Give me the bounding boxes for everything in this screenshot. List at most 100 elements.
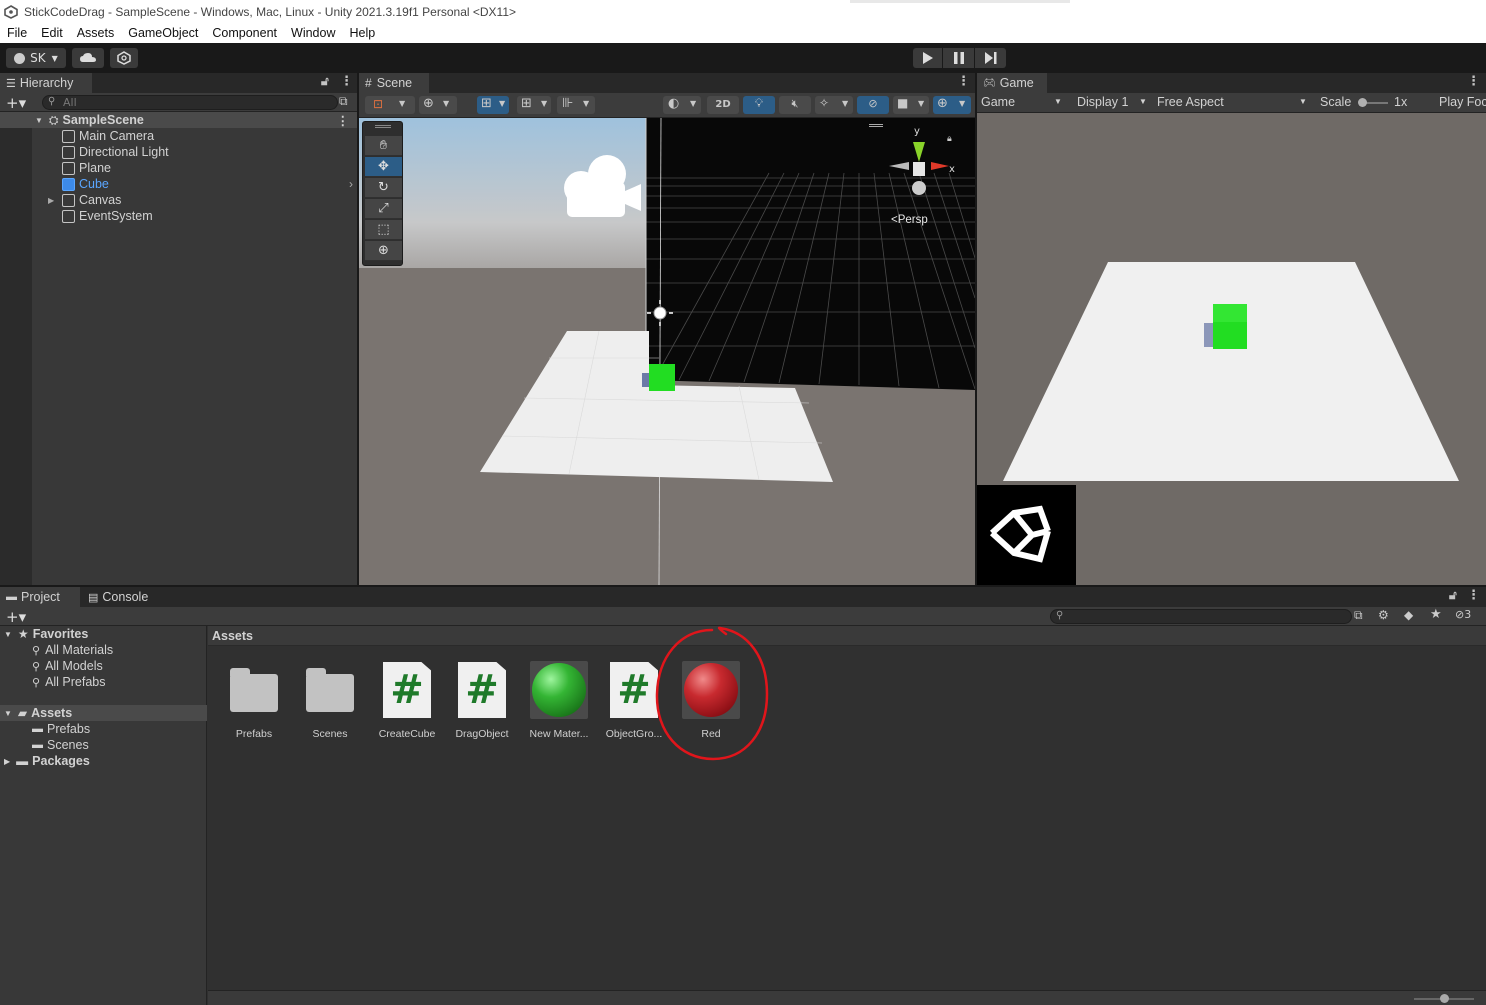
scale-slider[interactable]	[1358, 98, 1388, 107]
lighting-toggle[interactable]: 💡︎	[743, 96, 775, 114]
scale-icon: ⤢	[378, 201, 389, 216]
hierarchy-item[interactable]: Plane	[0, 160, 357, 176]
aspect-select[interactable]: Free Aspect ▼	[1153, 93, 1311, 112]
packages-folder-row[interactable]: ▶ ▬ Packages	[0, 753, 207, 769]
camera-settings-dropdown[interactable]: ■ ▼	[893, 96, 929, 114]
expand-arrow-icon[interactable]: ▼	[35, 116, 43, 125]
menu-assets[interactable]: Assets	[70, 26, 122, 40]
gizmos-dropdown[interactable]: ⊕ ▼	[933, 96, 971, 114]
folder-item[interactable]: ▬ Scenes	[0, 737, 207, 753]
lock-icon[interactable]: 🔓︎	[321, 74, 329, 89]
scene-tool-handle-dropdown[interactable]: ⊡ ▼	[365, 96, 415, 114]
favorites-row[interactable]: ▼ ★ Favorites	[0, 626, 207, 642]
hidden-objects-toggle[interactable]: ⊘	[857, 96, 889, 114]
packages-folder-label: Packages	[32, 754, 90, 768]
tab-project[interactable]: ▬ Project	[0, 587, 80, 607]
hierarchy-menu-icon[interactable]: ⋮	[340, 74, 353, 89]
hierarchy-scene-row[interactable]: ▼ ⛭ SampleScene ⋮	[0, 112, 357, 128]
game-viewport[interactable]	[977, 113, 1486, 585]
rect-tool-button[interactable]: ⬚	[365, 220, 402, 240]
thumbnail-size-thumb[interactable]	[1440, 994, 1449, 1003]
scale-tool-button[interactable]: ⤢	[365, 199, 402, 219]
effects-dropdown[interactable]: ✧ ▼	[815, 96, 853, 114]
tab-scene[interactable]: # Scene	[359, 73, 429, 93]
project-search-field[interactable]: ⚲	[1050, 609, 1352, 624]
expand-arrow-icon[interactable]: ▶	[4, 757, 10, 766]
menu-edit[interactable]: Edit	[34, 26, 70, 40]
hierarchy-item[interactable]: Directional Light	[0, 144, 357, 160]
lock-icon[interactable]: 🔓︎	[1449, 588, 1457, 603]
filter-by-type-icon[interactable]: ⚙	[1378, 608, 1389, 622]
global-local-dropdown[interactable]: ⊕ ▼	[419, 96, 457, 114]
orientation-gizmo[interactable]: y x 🔒︎ <Persp	[867, 120, 971, 230]
hierarchy-search-field[interactable]: ⚲ All	[42, 95, 338, 110]
chevron-right-icon[interactable]: ›	[349, 177, 353, 191]
menu-file[interactable]: File	[0, 26, 34, 40]
favorite-item[interactable]: ⚲ All Models	[0, 658, 207, 674]
mode-2d-toggle[interactable]: 2D	[707, 96, 739, 114]
play-button[interactable]	[913, 48, 942, 68]
grid-snap-toggle[interactable]: ⊞ ▼	[477, 96, 509, 114]
draw-mode-dropdown[interactable]: ◐ ▼	[663, 96, 701, 114]
favorite-item[interactable]: ⚲ All Materials	[0, 642, 207, 658]
transform-tool-button[interactable]: ⊕	[365, 241, 402, 261]
move-tool-button[interactable]: ✥	[365, 157, 402, 177]
menu-gameobject[interactable]: GameObject	[121, 26, 205, 40]
tab-console[interactable]: ▤ Console	[82, 587, 166, 607]
folder-item[interactable]: ▬ Prefabs	[0, 721, 207, 737]
hierarchy-item-selected[interactable]: Cube ›	[0, 176, 357, 192]
expand-arrow-icon[interactable]: ▼	[4, 630, 12, 639]
tab-game[interactable]: 🎮︎ Game	[977, 73, 1047, 93]
display-select[interactable]: Display 1 ▼	[1071, 93, 1151, 112]
favorite-star-icon[interactable]: ★	[1430, 607, 1442, 622]
gizmo-drag-handle[interactable]	[869, 124, 883, 127]
hierarchy-item[interactable]: ▶ Canvas	[0, 192, 357, 208]
game-menu-icon[interactable]: ⋮	[1467, 74, 1480, 89]
play-focused-dropdown[interactable]: Play Foc	[1439, 95, 1486, 109]
audio-toggle[interactable]: 🔇︎	[779, 96, 811, 114]
hierarchy-item[interactable]: Main Camera	[0, 128, 357, 144]
filter-by-label-icon[interactable]: ◆	[1404, 608, 1413, 622]
menu-component[interactable]: Component	[205, 26, 284, 40]
rotate-tool-button[interactable]: ↻	[365, 178, 402, 198]
asset-item[interactable]: New Mater...	[527, 661, 591, 740]
pause-button[interactable]	[943, 48, 974, 68]
project-menu-icon[interactable]: ⋮	[1467, 588, 1480, 603]
palette-drag-handle[interactable]	[375, 125, 391, 128]
collab-button[interactable]	[110, 48, 138, 68]
expand-arrow-icon[interactable]: ▼	[4, 709, 12, 718]
hierarchy-item[interactable]: EventSystem	[0, 208, 357, 224]
search-options-icon[interactable]: ⧉	[1354, 608, 1363, 623]
increment-snap-dropdown[interactable]: ⊪ ▼	[557, 96, 595, 114]
thumbnail-size-slider[interactable]	[1414, 994, 1474, 1003]
step-button[interactable]	[975, 48, 1006, 68]
search-options-icon[interactable]: ⧉	[339, 94, 348, 109]
scene-menu-icon[interactable]: ⋮	[337, 113, 350, 128]
tab-hierarchy[interactable]: ☰ Hierarchy	[0, 73, 92, 93]
asset-item[interactable]: # CreateCube	[375, 661, 439, 740]
scale-slider-thumb[interactable]	[1358, 98, 1367, 107]
asset-item[interactable]: Prefabs	[222, 661, 286, 740]
favorite-item[interactable]: ⚲ All Prefabs	[0, 674, 207, 690]
scene-menu-icon[interactable]: ⋮	[957, 74, 970, 89]
breadcrumb-assets[interactable]: Assets	[212, 629, 253, 643]
expand-arrow-icon[interactable]: ▶	[48, 196, 62, 205]
add-icon[interactable]: +▾	[6, 94, 26, 112]
menu-help[interactable]: Help	[342, 26, 382, 40]
hierarchy-panel: +▾ ⚲ All ⧉ ▼ ⛭ SampleScene ⋮ Main Camera…	[0, 93, 357, 585]
menu-bar: File Edit Assets GameObject Component Wi…	[0, 23, 1486, 43]
scene-viewport[interactable]: ✋︎ ✥ ↻ ⤢ ⬚ ⊕ y x 🔒︎ <Persp	[359, 118, 975, 585]
menu-window[interactable]: Window	[284, 26, 342, 40]
game-view-select[interactable]: Game ▼	[977, 93, 1067, 112]
assets-folder-row[interactable]: ▼ ▰ Assets	[0, 705, 207, 721]
account-dropdown[interactable]: SK ▼	[6, 48, 66, 68]
title-bar-decoration	[850, 0, 1070, 3]
grid-visibility-dropdown[interactable]: ⊞ ▼	[517, 96, 551, 114]
cloud-button[interactable]	[72, 48, 104, 68]
asset-item[interactable]: # DragObject	[450, 661, 514, 740]
asset-item[interactable]: Scenes	[298, 661, 362, 740]
hand-tool-button[interactable]: ✋︎	[365, 136, 402, 156]
persp-label[interactable]: <Persp	[891, 214, 928, 226]
add-icon[interactable]: +▾	[6, 608, 26, 626]
hidden-packages-toggle[interactable]: ⊘3	[1455, 608, 1471, 621]
